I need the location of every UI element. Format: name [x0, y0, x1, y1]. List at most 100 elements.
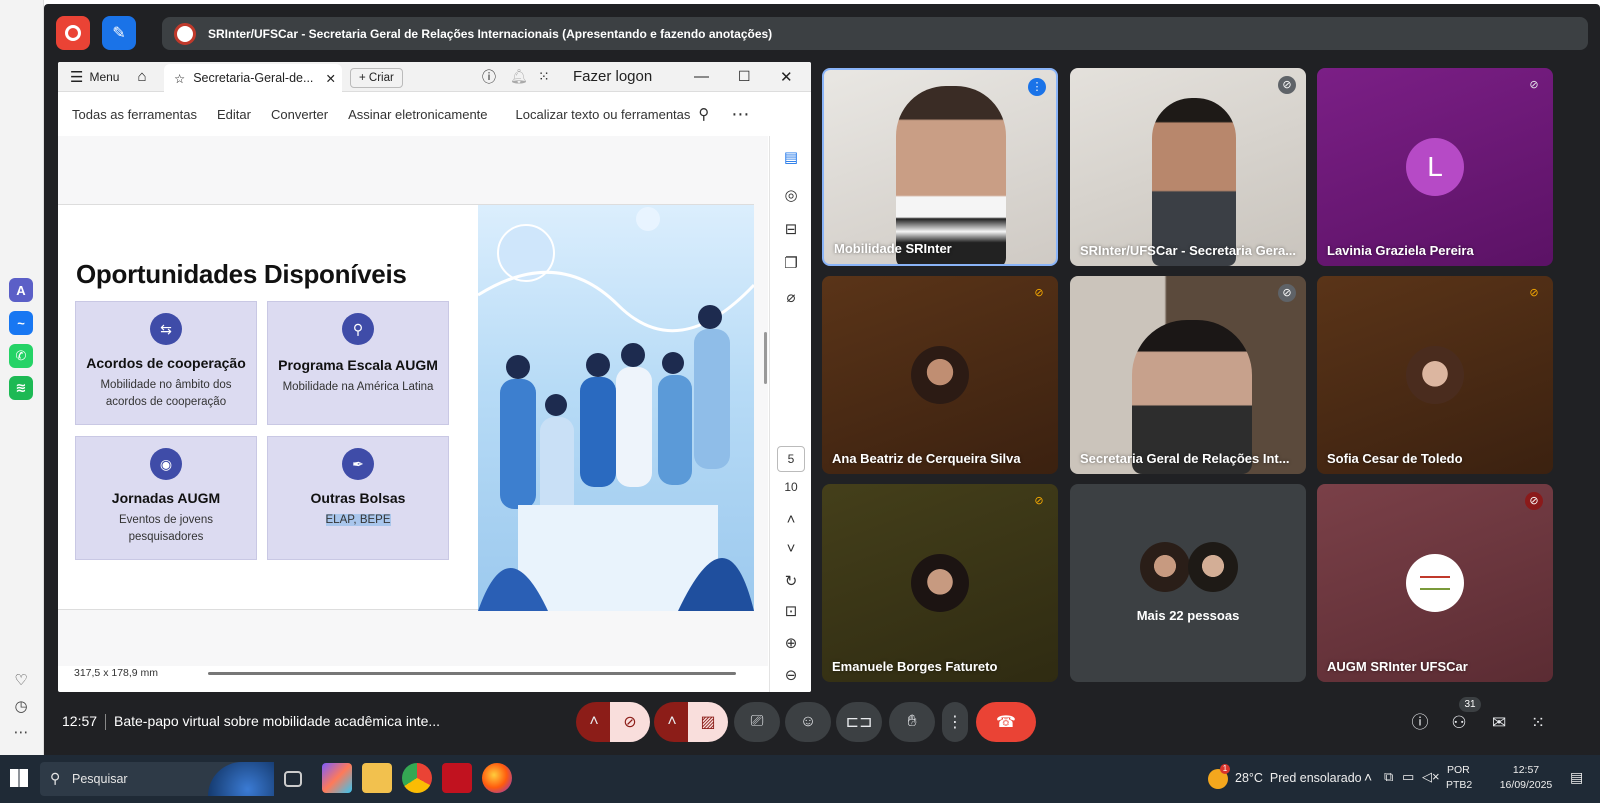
more-tools-icon[interactable]: ⋯ — [731, 104, 749, 125]
search-icon[interactable]: ⚲ — [698, 105, 709, 123]
avatar-initial: L — [1406, 138, 1464, 196]
volume-muted-icon[interactable]: ◁× — [1422, 769, 1440, 785]
page-number-input[interactable]: 5 — [777, 446, 805, 472]
participant-tile-9[interactable]: ⊘ AUGM SRInter UFSCar — [1317, 484, 1553, 682]
firefox-icon[interactable] — [482, 763, 512, 793]
record-button[interactable] — [56, 16, 90, 50]
camera-toggle-button[interactable]: ▨ — [688, 702, 728, 742]
clock-time[interactable]: 12:57 — [1490, 764, 1562, 776]
mic-toggle-button[interactable]: ⊘ — [610, 702, 650, 742]
more-icon[interactable]: ⋯ — [11, 723, 31, 743]
file-explorer-icon[interactable] — [362, 763, 392, 793]
mic-off-icon: ⊘ — [1278, 76, 1296, 94]
participant-tile-7[interactable]: ⊘ Emanuele Borges Fatureto — [822, 484, 1058, 682]
people-icon[interactable]: ⚇ — [1448, 712, 1470, 734]
info-icon[interactable]: ⓘ — [1409, 712, 1431, 734]
slide-page: Oportunidades Disponíveis ⇆ Acordos de c… — [58, 204, 754, 611]
spotify-icon[interactable]: ≋ — [9, 376, 33, 400]
mic-options-button[interactable]: ˄ — [576, 702, 612, 742]
maximize-icon[interactable]: ☐ — [738, 68, 751, 85]
apps-icon[interactable]: ⁙ — [538, 68, 550, 85]
comment-panel-icon[interactable]: ▤ — [781, 148, 801, 168]
new-tab-button[interactable]: + Criar — [350, 68, 403, 88]
network-icon[interactable]: ▭ — [1402, 769, 1414, 785]
participant-tile-1[interactable]: ⋮ Mobilidade SRInter — [822, 68, 1058, 266]
chrome-icon[interactable] — [402, 763, 432, 793]
more-people-tile[interactable]: Mais 22 pessoas — [1070, 484, 1306, 682]
heart-icon[interactable]: ♡ — [11, 671, 31, 691]
participant-tile-4[interactable]: ⊘ Ana Beatriz de Cerqueira Silva — [822, 276, 1058, 474]
pdf-tab[interactable]: ☆ Secretaria-Geral-de... ✕ — [164, 64, 342, 92]
zoom-in-icon[interactable]: ⊕ — [781, 634, 801, 654]
tool-sign[interactable]: Assinar eletronicamente — [348, 107, 487, 122]
avatar — [1406, 554, 1464, 612]
participant-tile-3[interactable]: L ⊘ Lavinia Graziela Pereira — [1317, 68, 1553, 266]
card-jornadas: ◉ Jornadas AUGM Eventos de jovens pesqui… — [75, 436, 257, 560]
weather-text[interactable]: 28°C Pred ensolarado — [1235, 771, 1362, 785]
clock-icon[interactable]: ◷ — [11, 697, 31, 717]
bell-icon[interactable]: 🔔︎ — [510, 68, 528, 85]
annotation-icon[interactable]: ◎ — [781, 186, 801, 206]
leave-call-button[interactable]: ☎︎ — [976, 702, 1036, 742]
windows-start-icon[interactable] — [10, 769, 28, 787]
language-line-1[interactable]: POR — [1447, 764, 1470, 776]
vertical-scrollbar[interactable] — [764, 332, 767, 384]
rotate-icon[interactable]: ↻ — [781, 572, 801, 592]
opera-icon[interactable] — [442, 763, 472, 793]
star-icon[interactable]: ☆ — [174, 71, 185, 86]
task-view-icon[interactable] — [284, 771, 302, 787]
home-icon[interactable]: ⌂ — [137, 68, 146, 85]
bookmark-icon[interactable]: ⊟ — [781, 220, 801, 240]
copy-pages-icon[interactable]: ❐ — [781, 254, 801, 274]
clock-date[interactable]: 16/09/2025 — [1490, 779, 1562, 791]
chat-icon[interactable]: ✉ — [1488, 712, 1510, 734]
presenter-logo-icon — [174, 23, 196, 45]
language-line-2[interactable]: PTB2 — [1446, 779, 1472, 791]
hamburger-icon[interactable]: ☰ — [70, 68, 83, 86]
messenger-icon[interactable]: ~ — [9, 311, 33, 335]
notes-button[interactable]: ✎ — [102, 16, 136, 50]
page-down-icon[interactable]: ˅ — [781, 539, 801, 559]
launcher-icon[interactable]: A — [9, 278, 33, 302]
taskbar-search[interactable]: ⚲ Pesquisar — [40, 762, 274, 796]
copilot-icon[interactable] — [322, 763, 352, 793]
raise-hand-button[interactable]: ✋︎ — [889, 702, 935, 742]
attachment-icon[interactable]: ⌀ — [781, 288, 801, 308]
participant-tile-5[interactable]: ⊘ Secretaria Geral de Relações Int... — [1070, 276, 1306, 474]
whatsapp-icon[interactable]: ✆ — [9, 344, 33, 368]
students-illustration — [478, 205, 754, 611]
card-desc: ELAP, BEPE — [325, 514, 391, 526]
reactions-button[interactable]: ☺ — [785, 702, 831, 742]
help-icon[interactable]: ⓘ — [482, 67, 496, 87]
page-up-icon[interactable]: ˄ — [781, 510, 801, 530]
participant-name: Ana Beatriz de Cerqueira Silva — [832, 451, 1021, 466]
zoom-out-icon[interactable]: ⊖ — [781, 666, 801, 686]
captions-button[interactable]: ⊏⊐ — [836, 702, 882, 742]
avatar — [1188, 542, 1238, 592]
login-link[interactable]: Fazer logon — [573, 68, 652, 85]
find-text[interactable]: Localizar texto ou ferramentas — [516, 107, 691, 122]
mic-off-icon: ⊘ — [1278, 284, 1296, 302]
avatar — [911, 346, 969, 404]
window-close-icon[interactable]: ✕ — [780, 68, 793, 86]
search-icon: ⚲ — [50, 770, 61, 786]
tool-all[interactable]: Todas as ferramentas — [72, 107, 197, 122]
tool-convert[interactable]: Converter — [271, 107, 328, 122]
camera-options-button[interactable]: ˄ — [654, 702, 690, 742]
tool-edit[interactable]: Editar — [217, 107, 251, 122]
chevron-up-icon[interactable]: ˄ — [1364, 769, 1372, 785]
activities-icon[interactable]: ⁙ — [1527, 712, 1549, 734]
menu-label[interactable]: Menu — [89, 70, 119, 84]
chevron-up-icon: ˄ — [667, 713, 677, 730]
fit-page-icon[interactable]: ⊡ — [781, 602, 801, 622]
more-options-button[interactable]: ⋮ — [942, 702, 968, 742]
horizontal-scrollbar[interactable] — [208, 672, 736, 675]
notifications-icon[interactable]: ▤ — [1570, 769, 1583, 786]
tab-close-icon[interactable]: ✕ — [326, 71, 336, 86]
participant-tile-2[interactable]: ⊘ SRInter/UFSCar - Secretaria Gera... — [1070, 68, 1306, 266]
slide-title: Oportunidades Disponíveis — [76, 259, 407, 289]
meet-tray-icon[interactable]: ⧉ — [1384, 769, 1393, 785]
present-button[interactable]: ⎚ — [734, 702, 780, 742]
minimize-icon[interactable]: — — [694, 68, 709, 85]
participant-tile-6[interactable]: ⊘ Sofia Cesar de Toledo — [1317, 276, 1553, 474]
